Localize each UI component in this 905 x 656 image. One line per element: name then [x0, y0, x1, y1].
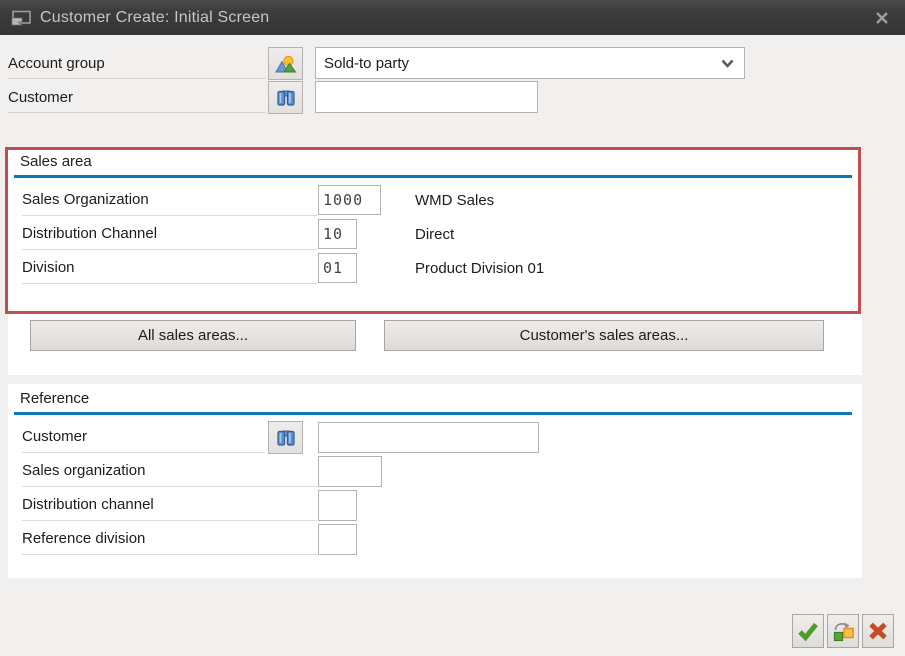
chevron-down-icon	[721, 59, 734, 68]
reference-distribution-channel-input[interactable]	[318, 490, 357, 521]
binoculars-icon	[275, 87, 297, 109]
red-x-icon	[867, 620, 889, 642]
distribution-channel-input[interactable]	[318, 219, 357, 249]
confirm-button[interactable]	[792, 614, 824, 648]
page-title: Customer Create: Initial Screen	[40, 9, 269, 27]
account-group-dropdown[interactable]: Sold-to party	[315, 47, 745, 79]
account-group-label: Account group	[8, 48, 266, 79]
customers-sales-areas-button[interactable]: Customer's sales areas...	[384, 320, 824, 351]
division-description: Product Division 01	[415, 252, 544, 284]
checkmark-icon	[796, 620, 820, 642]
reference-header: Reference	[20, 390, 89, 407]
division-input[interactable]	[318, 253, 357, 283]
account-group-value-help-button[interactable]	[268, 47, 303, 80]
distribution-channel-label: Distribution Channel	[22, 218, 317, 250]
reference-customer-search-button[interactable]	[268, 421, 303, 454]
division-label: Division	[22, 252, 317, 284]
copy-reference-button[interactable]	[827, 614, 859, 648]
landscape-icon	[274, 53, 298, 75]
reference-sales-organization-input[interactable]	[318, 456, 382, 487]
customer-label: Customer	[8, 82, 266, 113]
customer-create-dialog: Customer Create: Initial Screen Account …	[0, 0, 905, 656]
reference-sales-organization-label: Sales organization	[22, 455, 317, 487]
binoculars-icon	[275, 427, 297, 449]
account-group-selected-value: Sold-to party	[324, 55, 721, 72]
customer-search-button[interactable]	[268, 81, 303, 114]
reference-customer-input[interactable]	[318, 422, 539, 453]
distribution-channel-description: Direct	[415, 218, 454, 250]
reference-division-label: Reference division	[22, 523, 317, 555]
reference-divider	[14, 412, 852, 415]
sales-area-header: Sales area	[20, 153, 92, 170]
sales-organization-label: Sales Organization	[22, 184, 317, 216]
customer-input[interactable]	[315, 81, 538, 113]
reference-division-input[interactable]	[318, 524, 357, 555]
sales-organization-description: WMD Sales	[415, 184, 494, 216]
dialog-window-icon	[10, 9, 32, 27]
reference-distribution-channel-label: Distribution channel	[22, 489, 317, 521]
copy-reference-icon	[831, 619, 855, 643]
titlebar: Customer Create: Initial Screen	[0, 0, 905, 35]
sales-area-divider	[14, 175, 852, 178]
sales-organization-input[interactable]	[318, 185, 381, 215]
all-sales-areas-button[interactable]: All sales areas...	[30, 320, 356, 351]
close-icon[interactable]	[873, 9, 891, 27]
cancel-button[interactable]	[862, 614, 894, 648]
reference-customer-label: Customer	[22, 421, 265, 453]
